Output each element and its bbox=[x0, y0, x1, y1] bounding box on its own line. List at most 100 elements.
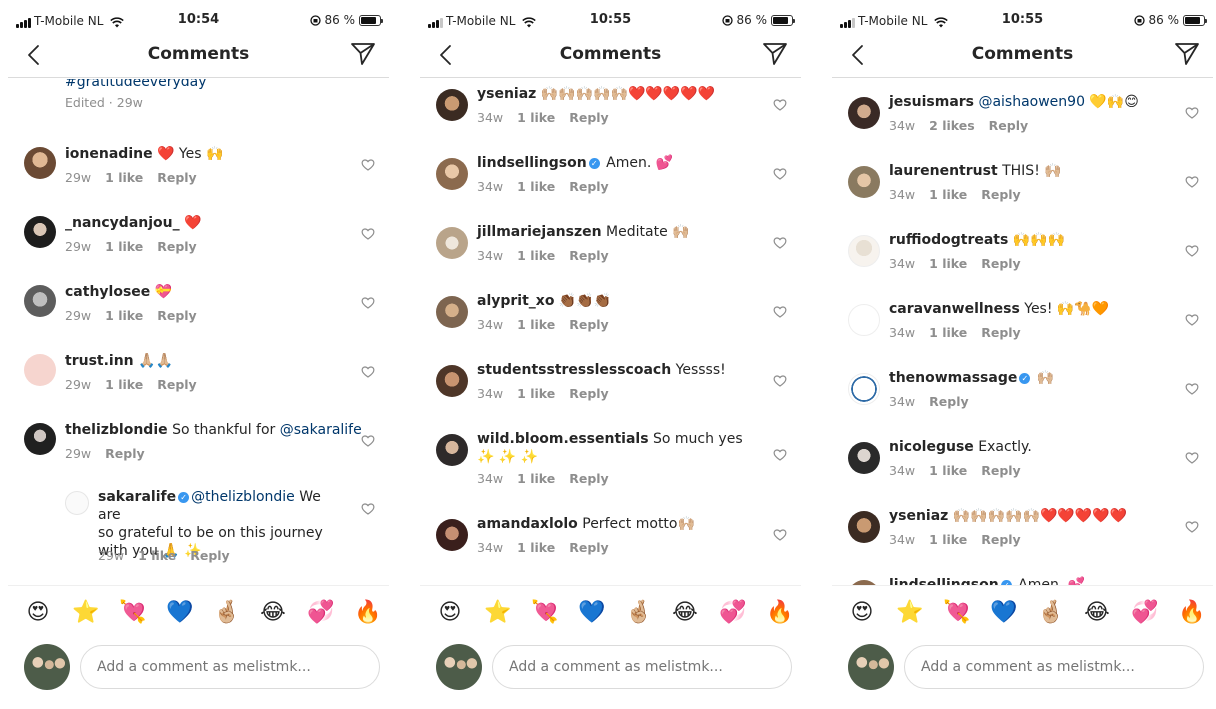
avatar[interactable] bbox=[436, 158, 468, 190]
emoji-crossed-fingers-button[interactable]: 🤞🏼 bbox=[1037, 600, 1064, 626]
mention-link[interactable]: @thelizblondie bbox=[191, 489, 295, 505]
comment-username[interactable]: yseniaz bbox=[477, 86, 536, 102]
reply-button[interactable]: Reply bbox=[569, 317, 608, 332]
reply-button[interactable]: Reply bbox=[569, 471, 608, 486]
heart-outline-icon[interactable] bbox=[773, 448, 787, 462]
comment-username[interactable]: sakaralife bbox=[98, 489, 176, 505]
emoji-blue-heart-button[interactable]: 💙 bbox=[990, 600, 1017, 626]
heart-outline-icon[interactable] bbox=[361, 296, 375, 310]
heart-outline-icon[interactable] bbox=[1185, 520, 1199, 534]
heart-outline-icon[interactable] bbox=[1185, 106, 1199, 120]
comment-username[interactable]: trust.inn bbox=[65, 353, 134, 369]
emoji-fire-button[interactable]: 🔥 bbox=[766, 600, 793, 626]
emoji-cupid-heart-button[interactable]: 💘 bbox=[119, 600, 146, 626]
comment-input[interactable] bbox=[80, 645, 380, 689]
like-count[interactable]: 1 like bbox=[517, 110, 555, 125]
comment-username[interactable]: laurenentrust bbox=[889, 163, 998, 179]
heart-outline-icon[interactable] bbox=[361, 502, 375, 516]
emoji-star-button[interactable]: ⭐ bbox=[72, 600, 99, 626]
paper-plane-icon[interactable] bbox=[1173, 40, 1201, 68]
avatar[interactable] bbox=[436, 434, 468, 466]
comment-username[interactable]: thelizblondie bbox=[65, 422, 168, 438]
heart-outline-icon[interactable] bbox=[1185, 244, 1199, 258]
reply-button[interactable]: Reply bbox=[981, 463, 1020, 478]
avatar[interactable] bbox=[24, 423, 56, 455]
like-count[interactable]: 1 like bbox=[517, 317, 555, 332]
avatar[interactable] bbox=[848, 166, 880, 198]
like-count[interactable]: 1 like bbox=[929, 256, 967, 271]
like-count[interactable]: 1 like bbox=[929, 463, 967, 478]
heart-outline-icon[interactable] bbox=[773, 374, 787, 388]
comment-username[interactable]: amandaxlolo bbox=[477, 516, 578, 532]
comment-username[interactable]: ionenadine bbox=[65, 146, 153, 162]
heart-outline-icon[interactable] bbox=[773, 305, 787, 319]
avatar[interactable] bbox=[24, 285, 56, 317]
avatar[interactable] bbox=[436, 296, 468, 328]
mention-link[interactable]: @sakaralife bbox=[280, 422, 362, 438]
heart-outline-icon[interactable] bbox=[773, 167, 787, 181]
reply-button[interactable]: Reply bbox=[157, 377, 196, 392]
emoji-heart-eyes-button[interactable]: 😍 bbox=[437, 600, 463, 626]
heart-outline-icon[interactable] bbox=[1185, 175, 1199, 189]
like-count[interactable]: 1 like bbox=[517, 540, 555, 555]
heart-outline-icon[interactable] bbox=[361, 365, 375, 379]
comment-thread[interactable]: jesuismars @aishaowen90 💛🙌😊 34w 2 likes Re… bbox=[832, 79, 1213, 585]
heart-outline-icon[interactable] bbox=[361, 434, 375, 448]
like-count[interactable]: 1 like bbox=[105, 377, 143, 392]
reply-button[interactable]: Reply bbox=[569, 110, 608, 125]
heart-outline-icon[interactable] bbox=[361, 227, 375, 241]
comment-username[interactable]: lindsellingson bbox=[889, 577, 999, 585]
avatar[interactable] bbox=[436, 519, 468, 551]
avatar[interactable] bbox=[848, 304, 880, 336]
emoji-revolving-hearts-button[interactable]: 💞 bbox=[307, 600, 334, 626]
reply-button[interactable]: Reply bbox=[981, 325, 1020, 340]
reply-button[interactable]: Reply bbox=[569, 386, 608, 401]
reply-button[interactable]: Reply bbox=[929, 394, 968, 409]
emoji-fire-button[interactable]: 🔥 bbox=[354, 600, 381, 626]
reply-button[interactable]: Reply bbox=[157, 170, 196, 185]
avatar[interactable] bbox=[436, 227, 468, 259]
emoji-tears-of-joy-button[interactable]: 😂 bbox=[672, 600, 698, 626]
reply-button[interactable]: Reply bbox=[981, 256, 1020, 271]
emoji-crossed-fingers-button[interactable]: 🤞🏼 bbox=[625, 600, 652, 626]
heart-outline-icon[interactable] bbox=[773, 98, 787, 112]
reply-button[interactable]: Reply bbox=[569, 248, 608, 263]
reply-button[interactable]: Reply bbox=[981, 187, 1020, 202]
avatar[interactable] bbox=[436, 89, 468, 121]
comment-username[interactable]: caravanwellness bbox=[889, 301, 1020, 317]
heart-outline-icon[interactable] bbox=[1185, 313, 1199, 327]
heart-outline-icon[interactable] bbox=[1185, 451, 1199, 465]
reply-button[interactable]: Reply bbox=[569, 179, 608, 194]
comment-username[interactable]: ruffiodogtreats bbox=[889, 232, 1008, 248]
reply-button[interactable]: Reply bbox=[105, 446, 144, 461]
emoji-cupid-heart-button[interactable]: 💘 bbox=[531, 600, 558, 626]
reply-button[interactable]: Reply bbox=[190, 548, 229, 563]
like-count[interactable]: 1 like bbox=[929, 532, 967, 547]
avatar[interactable] bbox=[848, 442, 880, 474]
heart-outline-icon[interactable] bbox=[773, 528, 787, 542]
emoji-revolving-hearts-button[interactable]: 💞 bbox=[719, 600, 746, 626]
like-count[interactable]: 1 like bbox=[138, 548, 176, 563]
emoji-tears-of-joy-button[interactable]: 😂 bbox=[1084, 600, 1110, 626]
comment-thread[interactable]: #gratitudeeveryday Edited · 29w ionenadi… bbox=[8, 79, 389, 585]
avatar[interactable] bbox=[65, 491, 89, 515]
comment-username[interactable]: wild.bloom.essentials bbox=[477, 431, 649, 447]
paper-plane-icon[interactable] bbox=[761, 40, 789, 68]
comment-username[interactable]: alyprit_xo bbox=[477, 293, 554, 309]
comment-input[interactable] bbox=[492, 645, 792, 689]
reply-button[interactable]: Reply bbox=[981, 532, 1020, 547]
avatar[interactable] bbox=[848, 235, 880, 267]
hashtag-link[interactable]: #gratitudeeveryday bbox=[65, 79, 207, 90]
emoji-blue-heart-button[interactable]: 💙 bbox=[166, 600, 193, 626]
heart-outline-icon[interactable] bbox=[1185, 382, 1199, 396]
avatar[interactable] bbox=[24, 147, 56, 179]
reply-button[interactable]: Reply bbox=[157, 308, 196, 323]
reply-button[interactable]: Reply bbox=[569, 540, 608, 555]
comment-thread[interactable]: yseniaz 🙌🏼🙌🏼🙌🏼🙌🏼🙌🏼❤️❤️❤️❤️❤️ 34w 1 like Re… bbox=[420, 79, 801, 585]
emoji-blue-heart-button[interactable]: 💙 bbox=[578, 600, 605, 626]
mention-link[interactable]: @aishaowen90 bbox=[978, 94, 1085, 110]
like-count[interactable]: 1 like bbox=[105, 239, 143, 254]
emoji-crossed-fingers-button[interactable]: 🤞🏼 bbox=[213, 600, 240, 626]
emoji-star-button[interactable]: ⭐ bbox=[896, 600, 923, 626]
like-count[interactable]: 1 like bbox=[517, 386, 555, 401]
